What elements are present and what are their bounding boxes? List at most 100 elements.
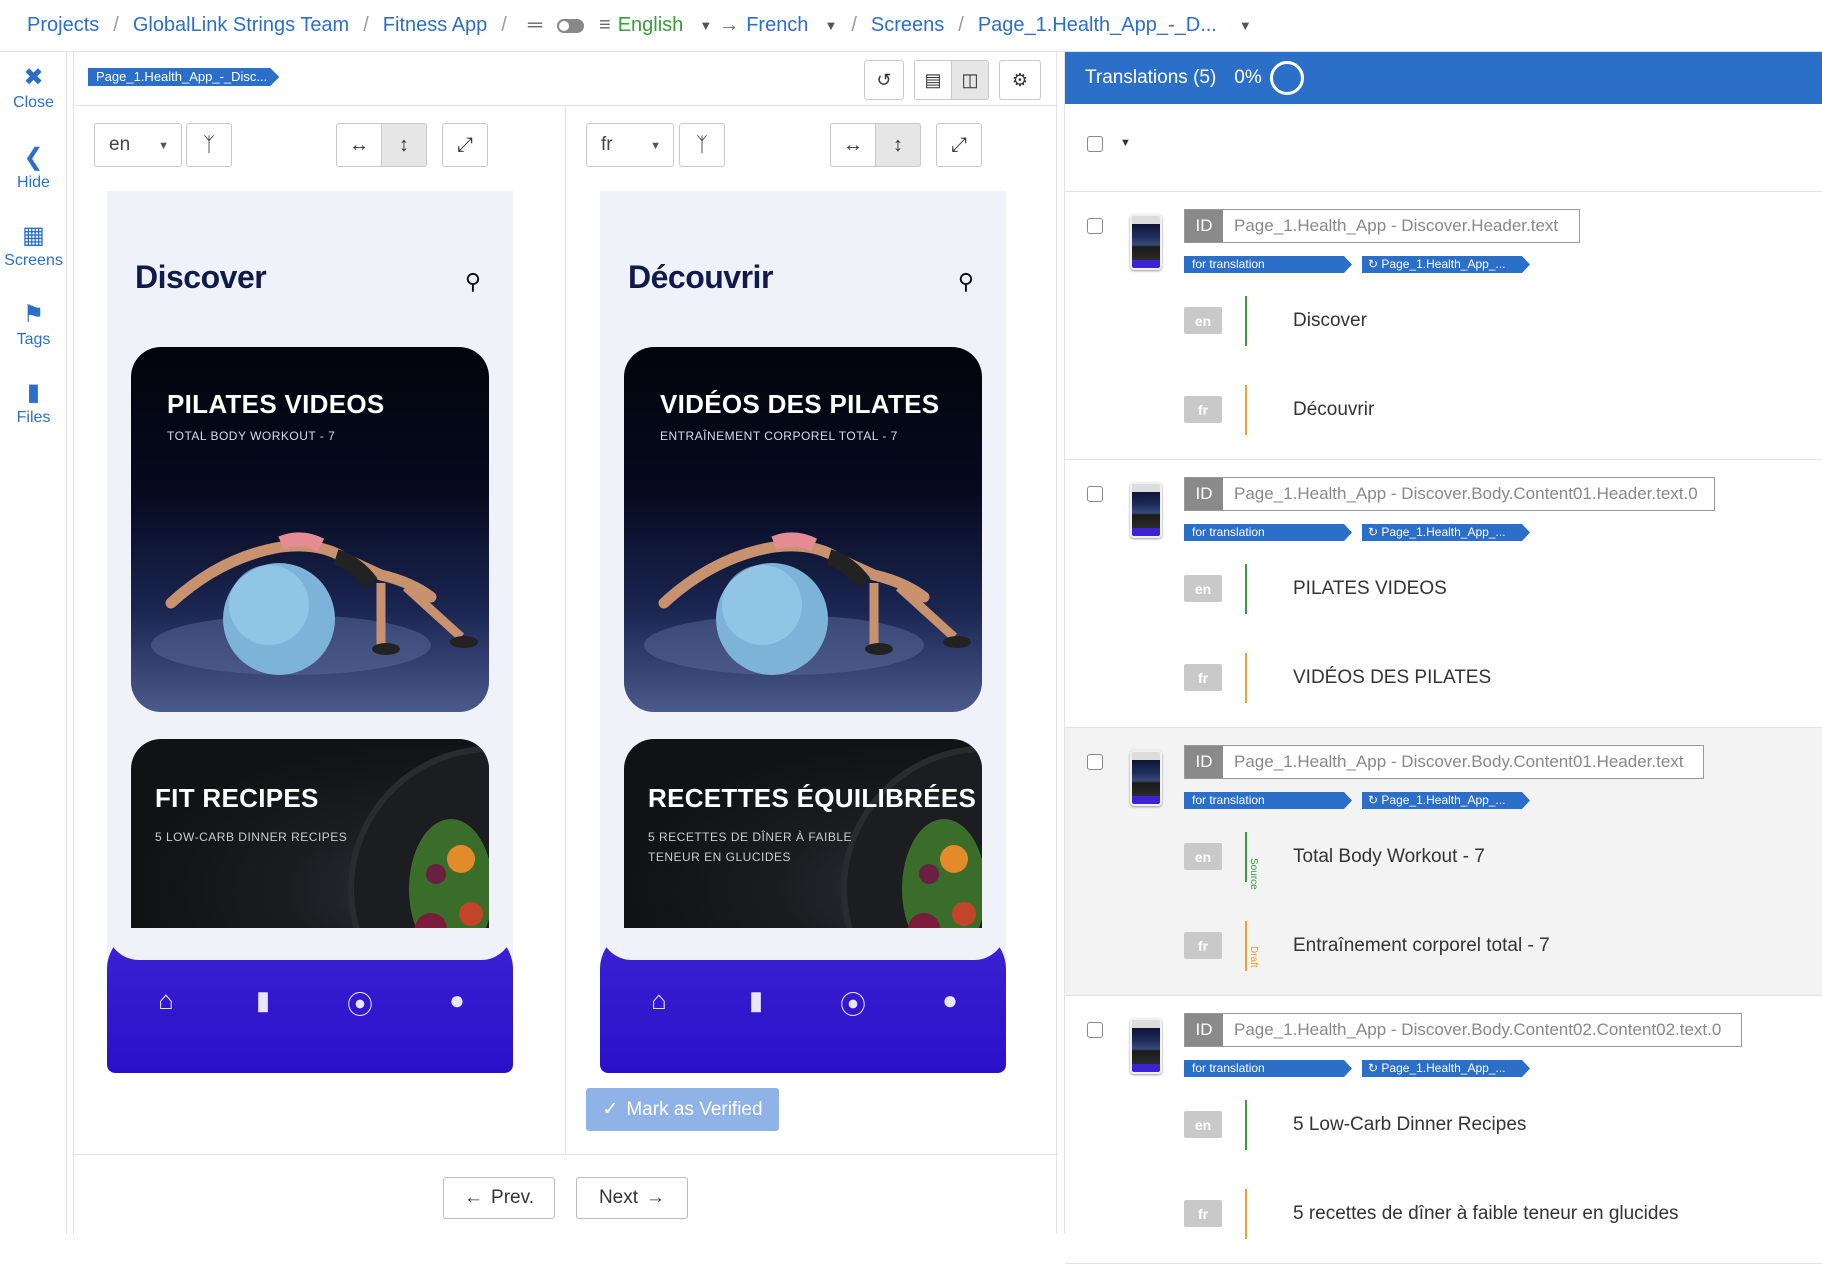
card-subtitle[interactable]: TOTAL BODY WORKOUT - 7 bbox=[167, 429, 335, 443]
target-lang-badge: fr bbox=[1184, 396, 1222, 423]
chevron-down-icon[interactable]: ▼ bbox=[1239, 18, 1252, 33]
card-subtitle[interactable]: ENTRAÎNEMENT CORPOREL TOTAL - 7 bbox=[660, 429, 898, 443]
source-lang-dropdown[interactable]: en ▼ bbox=[94, 123, 182, 167]
card-title[interactable]: RECETTES ÉQUILIBRÉES bbox=[648, 783, 976, 814]
status-tag[interactable]: for translation bbox=[1184, 1060, 1352, 1077]
branch-button[interactable]: ᛉ bbox=[679, 123, 725, 167]
translation-entry[interactable]: ID Page_1.Health_App - Discover.Body.Con… bbox=[1065, 460, 1822, 728]
entry-checkbox[interactable] bbox=[1087, 486, 1103, 502]
view-toggle[interactable] bbox=[557, 18, 585, 33]
source-text[interactable]: 5 Low-Carb Dinner Recipes bbox=[1293, 1114, 1526, 1136]
next-button[interactable]: Next → bbox=[576, 1177, 688, 1219]
status-tag[interactable]: for translation bbox=[1184, 792, 1352, 809]
entry-checkbox[interactable] bbox=[1087, 218, 1103, 234]
breadcrumb-page[interactable]: Page_1.Health_App_-_D... bbox=[978, 14, 1217, 37]
string-id-field[interactable]: ID Page_1.Health_App - Discover.Header.t… bbox=[1184, 209, 1580, 243]
page-tag[interactable]: ↻ Page_1.Health_App_... bbox=[1362, 524, 1530, 541]
string-id: Page_1.Health_App - Discover.Body.Conten… bbox=[1234, 484, 1698, 503]
home-icon: ⌂ bbox=[158, 985, 174, 1015]
arrows-horizontal-icon: ↔ bbox=[843, 133, 863, 156]
equals-icon: ═ bbox=[527, 14, 543, 36]
chevron-down-icon: ▼ bbox=[158, 140, 169, 152]
screen-title[interactable]: Discover bbox=[135, 259, 267, 296]
page-tag[interactable]: ↻ Page_1.Health_App_... bbox=[1362, 792, 1530, 809]
history-button[interactable]: ↺ bbox=[864, 60, 904, 100]
arrow-right-icon: → bbox=[646, 1187, 666, 1208]
hide-button[interactable]: ❮ Hide bbox=[0, 142, 67, 192]
page-tag[interactable]: ↻ Page_1.Health_App_... bbox=[1362, 1060, 1530, 1077]
settings-button[interactable]: ⚙ bbox=[999, 60, 1041, 100]
card-subtitle[interactable]: 5 LOW-CARB DINNER RECIPES bbox=[155, 827, 375, 847]
fullscreen-button[interactable]: ⤢ bbox=[936, 123, 982, 167]
target-text[interactable]: 5 recettes de dîner à faible teneur en g… bbox=[1293, 1203, 1679, 1225]
page-tag[interactable]: ↻ Page_1.Health_App_... bbox=[1362, 256, 1530, 273]
status-tag[interactable]: for translation bbox=[1184, 256, 1352, 273]
entry-checkbox[interactable] bbox=[1087, 754, 1103, 770]
mark-as-verified-button[interactable]: ✓ Mark as Verified bbox=[586, 1088, 779, 1131]
branch-button[interactable]: ᛉ bbox=[186, 123, 232, 167]
translation-entry[interactable]: ID Page_1.Health_App - Discover.Header.t… bbox=[1065, 192, 1822, 460]
card-title[interactable]: PILATES VIDEOS bbox=[167, 389, 385, 420]
string-id-field[interactable]: ID Page_1.Health_App - Discover.Body.Con… bbox=[1184, 745, 1704, 779]
source-text[interactable]: PILATES VIDEOS bbox=[1293, 578, 1447, 600]
progress-percent: 0% bbox=[1234, 67, 1262, 88]
breadcrumb-team[interactable]: GlobalLink Strings Team bbox=[133, 14, 349, 37]
list-icon: ≡ bbox=[599, 14, 611, 36]
translations-title: Translations (5) bbox=[1085, 67, 1217, 88]
source-text[interactable]: Total Body Workout - 7 bbox=[1293, 846, 1485, 868]
translation-entry[interactable]: ID Page_1.Health_App - Discover.Body.Con… bbox=[1065, 996, 1822, 1264]
split-view-button[interactable]: ◫ bbox=[951, 60, 989, 100]
string-id: Page_1.Health_App - Discover.Body.Conten… bbox=[1234, 1020, 1722, 1039]
screen-thumbnail[interactable] bbox=[1130, 482, 1162, 538]
string-id-field[interactable]: ID Page_1.Health_App - Discover.Body.Con… bbox=[1184, 1013, 1742, 1047]
select-all-checkbox[interactable] bbox=[1087, 136, 1103, 152]
screen-thumbnail[interactable] bbox=[1130, 214, 1162, 270]
breadcrumb-screens[interactable]: Screens bbox=[871, 14, 944, 37]
page-tag-label: Page_1.Health_App_... bbox=[1381, 525, 1506, 539]
stats-icon: ▮ bbox=[748, 985, 764, 1015]
tags-button[interactable]: ⚑ Tags bbox=[0, 299, 67, 349]
fit-height-button[interactable]: ↕ bbox=[381, 123, 427, 167]
card-title[interactable]: FIT RECIPES bbox=[155, 783, 319, 814]
files-button[interactable]: ▮ Files bbox=[0, 377, 67, 427]
breadcrumb-projects[interactable]: Projects bbox=[27, 14, 99, 37]
translation-entry[interactable]: ID Page_1.Health_App - Discover.Body.Con… bbox=[1065, 728, 1822, 996]
breadcrumb-separator: / bbox=[501, 14, 507, 36]
fit-width-button[interactable]: ↔ bbox=[336, 123, 382, 167]
prev-button[interactable]: ← Prev. bbox=[443, 1177, 555, 1219]
page-tag[interactable]: Page_1.Health_App_-_Disc... bbox=[88, 68, 279, 86]
screen-title[interactable]: Découvrir bbox=[628, 259, 773, 296]
source-text[interactable]: Discover bbox=[1293, 310, 1367, 332]
target-text[interactable]: Entraînement corporel total - 7 bbox=[1293, 935, 1550, 957]
entry-checkbox[interactable] bbox=[1087, 1022, 1103, 1038]
screen-thumbnail[interactable] bbox=[1130, 1018, 1162, 1074]
single-view-button[interactable]: ▤ bbox=[914, 60, 952, 100]
target-text[interactable]: Découvrir bbox=[1293, 399, 1374, 421]
chevron-down-icon[interactable]: ▼ bbox=[1120, 137, 1131, 149]
screen-thumbnail[interactable] bbox=[1130, 750, 1162, 806]
translations-panel: Translations (5) 0% ▼ ID Page_1.Health_A… bbox=[1064, 52, 1822, 1264]
breadcrumb-project[interactable]: Fitness App bbox=[383, 14, 488, 37]
fullscreen-button[interactable]: ⤢ bbox=[442, 123, 488, 167]
fit-width-button[interactable]: ↔ bbox=[830, 123, 876, 167]
target-language-select[interactable]: French bbox=[746, 14, 808, 37]
target-text[interactable]: VIDÉOS DES PILATES bbox=[1293, 667, 1491, 689]
target-screen-preview: Découvrir ⚲ VIDÉOS DES PILATES ENTRAÎNEM… bbox=[600, 191, 1006, 1073]
screens-button[interactable]: ▦ Screens bbox=[0, 220, 67, 270]
pane-divider bbox=[565, 106, 566, 1154]
chevron-left-icon: ❮ bbox=[23, 144, 44, 171]
close-circle-icon: ✖ bbox=[23, 64, 44, 91]
chevron-down-icon[interactable]: ▼ bbox=[699, 18, 712, 33]
breadcrumb-separator: / bbox=[958, 14, 964, 36]
source-language-select[interactable]: English bbox=[618, 14, 684, 37]
string-id-field[interactable]: ID Page_1.Health_App - Discover.Body.Con… bbox=[1184, 477, 1715, 511]
chevron-down-icon[interactable]: ▼ bbox=[824, 18, 837, 33]
card-title[interactable]: VIDÉOS DES PILATES bbox=[660, 389, 939, 420]
target-lang-dropdown[interactable]: fr ▼ bbox=[586, 123, 674, 167]
card-subtitle[interactable]: 5 RECETTES DE DÎNER À FAIBLE TENEUR EN G… bbox=[648, 827, 868, 867]
string-id: Page_1.Health_App - Discover.Header.text bbox=[1234, 216, 1559, 235]
target-lang-badge: fr bbox=[1184, 664, 1222, 691]
status-tag[interactable]: for translation bbox=[1184, 524, 1352, 541]
close-button[interactable]: ✖ Close bbox=[0, 62, 67, 112]
fit-height-button[interactable]: ↕ bbox=[875, 123, 921, 167]
